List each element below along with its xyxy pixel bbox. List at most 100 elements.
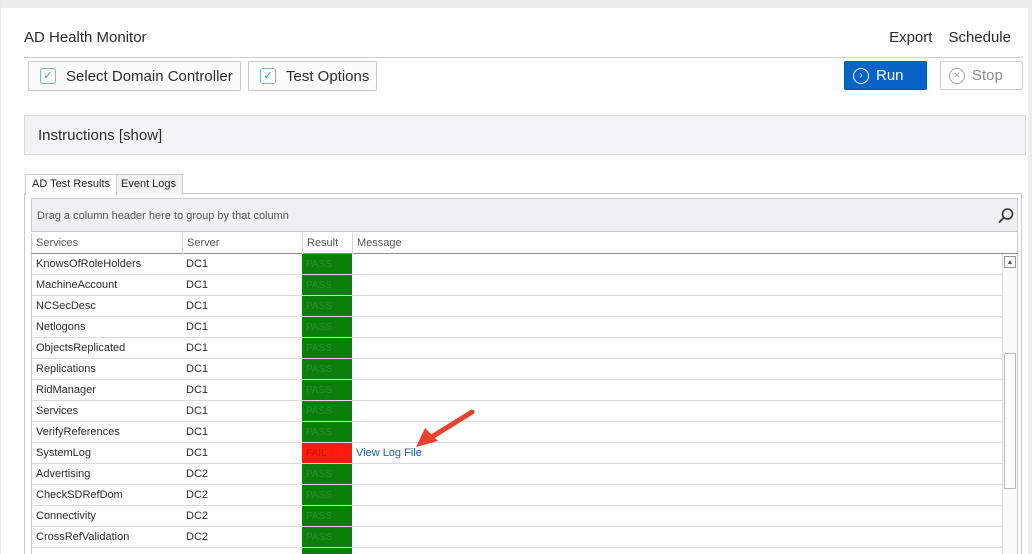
instructions-toggle[interactable]: Instructions [show] xyxy=(38,127,162,144)
group-hint: Drag a column header here to group by th… xyxy=(37,210,289,222)
tab-label: AD Test Results xyxy=(32,178,111,190)
table-row[interactable]: Services DC1 PASS xyxy=(32,401,1002,422)
results-grid: KnowsOfRoleHolders DC1 PASS MachineAccount D… xyxy=(31,254,1002,554)
cell-service: RidManager xyxy=(36,384,96,396)
schedule-link[interactable]: Schedule xyxy=(948,29,1011,46)
title-divider xyxy=(24,57,1023,58)
cell-result: PASS xyxy=(302,464,352,484)
cell-message xyxy=(352,359,1002,379)
test-options-button[interactable]: ✓ Test Options xyxy=(248,61,377,91)
cell-message xyxy=(352,527,1002,547)
cell-service: NCSecDesc xyxy=(36,300,96,312)
cell-message xyxy=(352,317,1002,337)
cell-result: PASS xyxy=(302,317,352,337)
group-by-bar[interactable]: Drag a column header here to group by th… xyxy=(31,198,1018,232)
cell-server: DC1 xyxy=(186,279,209,291)
cell-server: DC2 xyxy=(186,510,209,522)
checkbox-checked-icon: ✓ xyxy=(40,68,56,84)
table-row[interactable]: RidManager DC1 PASS xyxy=(32,380,1002,401)
instructions-panel[interactable]: Instructions [show] xyxy=(24,115,1026,155)
select-domain-controller-label: Select Domain Controller xyxy=(66,67,233,85)
cell-service: Connectivity xyxy=(36,510,96,522)
cell-message xyxy=(352,548,1002,554)
cell-result: PASS xyxy=(302,254,352,274)
cell-result: PASS xyxy=(302,380,352,400)
column-header-message[interactable]: Message xyxy=(352,233,1017,254)
table-row[interactable]: CheckSDRefDom DC2 PASS xyxy=(32,485,1002,506)
cell-service: MachineAccount xyxy=(36,279,118,291)
cell-server: DC1 xyxy=(186,342,209,354)
tab-event-logs[interactable]: Event Logs xyxy=(114,174,184,194)
cell-server: DC2 xyxy=(186,489,209,501)
table-row[interactable]: KnowsOfRoleHolders DC1 PASS xyxy=(32,254,1002,275)
play-circle-icon: › xyxy=(853,67,869,84)
cell-result: PASS xyxy=(302,422,352,442)
cell-result: PASS xyxy=(302,548,352,554)
cell-server: DC1 xyxy=(186,321,209,333)
cell-service: Netlogons xyxy=(36,321,86,333)
cell-service: SystemLog xyxy=(36,447,92,459)
select-domain-controller-button[interactable]: ✓ Select Domain Controller xyxy=(28,61,241,91)
cell-service xyxy=(32,548,182,554)
table-row[interactable]: ObjectsReplicated DC1 PASS xyxy=(32,338,1002,359)
vertical-scrollbar[interactable]: ▲ xyxy=(1002,254,1018,554)
cell-service: CrossRefValidation xyxy=(36,531,130,543)
cell-server: DC1 xyxy=(186,363,209,375)
cell-server: DC1 xyxy=(186,300,209,312)
table-row[interactable]: NCSecDesc DC1 PASS xyxy=(32,296,1002,317)
cell-message xyxy=(352,254,1002,274)
tab-label: Event Logs xyxy=(121,178,177,190)
search-icon[interactable] xyxy=(997,207,1015,225)
cell-result: PASS xyxy=(302,275,352,295)
checkbox-checked-icon: ✓ xyxy=(260,68,276,84)
cell-result: PASS xyxy=(302,296,352,316)
cell-message xyxy=(352,296,1002,316)
cell-result: PASS xyxy=(302,338,352,358)
cell-server: DC2 xyxy=(186,468,209,480)
cell-result: PASS xyxy=(302,485,352,505)
column-header-result[interactable]: Result xyxy=(302,233,352,254)
grid-header: Services Server Result Message xyxy=(31,233,1018,254)
table-row[interactable]: Connectivity DC2 PASS xyxy=(32,506,1002,527)
table-row[interactable]: PASS xyxy=(32,548,1002,554)
table-row[interactable]: VerifyReferences DC1 PASS xyxy=(32,422,1002,443)
cell-message xyxy=(352,338,1002,358)
stop-button[interactable]: ✕ Stop xyxy=(940,61,1023,90)
chevron-up-icon[interactable]: ▲ xyxy=(1004,256,1016,268)
cell-service: VerifyReferences xyxy=(36,426,120,438)
table-row[interactable]: Advertising DC2 PASS xyxy=(32,464,1002,485)
stop-label: Stop xyxy=(972,67,1003,84)
table-row[interactable]: CrossRefValidation DC2 PASS xyxy=(32,527,1002,548)
cell-server: DC1 xyxy=(186,447,209,459)
cell-result: FAIL xyxy=(302,443,352,463)
header-links: Export Schedule xyxy=(889,29,1011,46)
cell-result: PASS xyxy=(302,527,352,547)
cell-message xyxy=(352,506,1002,526)
cell-service: CheckSDRefDom xyxy=(36,489,123,501)
stop-circle-icon: ✕ xyxy=(949,67,965,84)
run-button[interactable]: › Run xyxy=(844,61,927,90)
table-row[interactable]: Netlogons DC1 PASS xyxy=(32,317,1002,338)
tab-ad-test-results[interactable]: AD Test Results xyxy=(25,174,118,195)
table-row[interactable]: SystemLog DC1 FAIL View Log File xyxy=(32,443,1002,464)
cell-message xyxy=(352,380,1002,400)
table-row[interactable]: Replications DC1 PASS xyxy=(32,359,1002,380)
export-link[interactable]: Export xyxy=(889,29,932,46)
cell-server: DC2 xyxy=(186,531,209,543)
cell-message xyxy=(352,464,1002,484)
column-header-server[interactable]: Server xyxy=(182,233,302,254)
cell-service: KnowsOfRoleHolders xyxy=(36,258,142,270)
column-header-services[interactable]: Services xyxy=(32,233,182,254)
cell-server xyxy=(182,548,302,554)
cell-message xyxy=(352,275,1002,295)
cell-service: Services xyxy=(36,405,79,417)
arrow-annotation-icon xyxy=(416,409,475,447)
cell-service: Advertising xyxy=(36,468,91,480)
table-row[interactable]: MachineAccount DC1 PASS xyxy=(32,275,1002,296)
run-label: Run xyxy=(876,67,904,84)
cell-server: DC1 xyxy=(186,258,209,270)
cell-message xyxy=(352,485,1002,505)
test-options-label: Test Options xyxy=(286,67,370,85)
cell-service: Replications xyxy=(36,363,96,375)
scrollbar-thumb[interactable] xyxy=(1004,353,1016,489)
